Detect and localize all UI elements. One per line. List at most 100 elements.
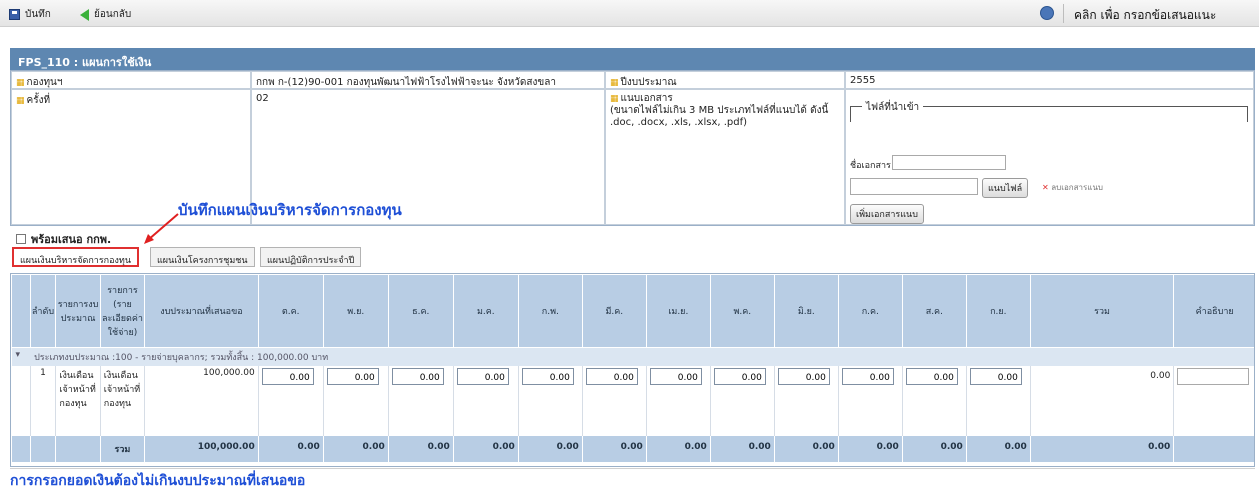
doc-name-input[interactable]: [892, 155, 1006, 170]
totals-month: 0.00: [645, 434, 711, 463]
totals-month: 0.00: [709, 434, 775, 463]
description-input[interactable]: [1177, 368, 1250, 385]
save-icon: [9, 9, 20, 20]
row-no: 1: [30, 366, 57, 435]
field-marker-icon: ▦: [610, 94, 619, 104]
field-marker-icon: ▦: [16, 78, 25, 88]
month-input[interactable]: [905, 368, 958, 385]
month-input[interactable]: [261, 368, 314, 385]
totals-month: 0.00: [452, 434, 519, 463]
budget-item: เงินเดือนเจ้าหน้าที่กองทุน: [55, 366, 101, 435]
panel-title: FPS_110 : แผนการใช้เงิน: [10, 48, 1255, 70]
month-input[interactable]: [649, 368, 702, 385]
col-header[interactable]: รายการงบประมาณ: [55, 274, 101, 348]
totals-month: 0.00: [387, 434, 454, 463]
col-header[interactable]: พ.ค.: [709, 274, 775, 348]
toolbar-divider: [1063, 4, 1064, 23]
month-input[interactable]: [713, 368, 766, 385]
file-path-input[interactable]: [850, 178, 978, 195]
month-input[interactable]: [521, 368, 574, 385]
col-header[interactable]: เม.ย.: [645, 274, 711, 348]
detail: เงินเดือนเจ้าหน้าที่กองทุน: [100, 366, 146, 435]
doc-name-label: ชื่อเอกสาร: [850, 161, 891, 171]
row-total: 0.00: [1030, 366, 1175, 435]
totals-grand: 0.00: [1029, 434, 1175, 463]
col-header[interactable]: งบประมาณที่เสนอขอ: [144, 274, 259, 348]
col-header[interactable]: คำอธิบาย: [1173, 274, 1254, 348]
add-attach-button[interactable]: เพิ่มเอกสารแนบ: [850, 204, 924, 224]
ready-checkbox[interactable]: [16, 234, 26, 244]
col-header[interactable]: พ.ย.: [322, 274, 389, 348]
table-row: 1 เงินเดือนเจ้าหน้าที่กองทุน เงินเดือนเจ…: [11, 366, 1254, 435]
back-label: ย้อนกลับ: [94, 9, 132, 20]
month-input[interactable]: [841, 368, 894, 385]
delete-icon: ✕: [1042, 183, 1049, 192]
tab-community-plan[interactable]: แผนเงินโครงการชุมชน: [150, 247, 255, 267]
col-header[interactable]: รวม: [1029, 274, 1175, 348]
annotation-arrow-icon: [144, 213, 179, 244]
attach-label: แนบเอกสาร: [620, 93, 673, 104]
col-header[interactable]: ก.ย.: [965, 274, 1031, 348]
col-header[interactable]: ต.ค.: [257, 274, 324, 348]
col-header[interactable]: ธ.ค.: [387, 274, 454, 348]
group-row[interactable]: ▾ ประเภทงบประมาณ :100 - รายจ่ายบุคลากร; …: [11, 347, 1254, 366]
expander-header: [11, 274, 31, 348]
month-input[interactable]: [969, 368, 1022, 385]
ready-checkbox-row[interactable]: พร้อมเสนอ กกพ.: [16, 230, 111, 248]
back-arrow-icon: [80, 8, 89, 21]
totals-label: รวม: [99, 434, 146, 463]
group-label: ประเภทงบประมาณ :100 - รายจ่ายบุคลากร; รว…: [30, 347, 1254, 366]
totals-month: 0.00: [517, 434, 583, 463]
tab-admin-plan[interactable]: แผนเงินบริหารจัดการกองทุน: [12, 247, 140, 267]
grid-header-row: ลำดับ รายการงบประมาณ รายการ (รายละเอียดค…: [11, 274, 1254, 348]
year-label-cell: ▦ ปีงบประมาณ: [605, 71, 845, 89]
totals-month: 0.00: [581, 434, 647, 463]
attach-label-cell: ▦ แนบเอกสาร (ขนาดไฟล์ไม่เกิน 3 MB ประเภทไ…: [605, 89, 845, 225]
col-header[interactable]: ลำดับ: [29, 274, 57, 348]
annotation-top: บันทึกแผนเงินบริหารจัดการกองทุน: [178, 201, 402, 219]
attach-file-button[interactable]: แนบไฟล์: [982, 178, 1029, 198]
col-header[interactable]: ส.ค.: [901, 274, 967, 348]
save-label: บันทึก: [25, 9, 51, 20]
totals-month: 0.00: [773, 434, 839, 463]
year-value: 2555: [845, 71, 1254, 89]
delete-attach-label: ลบเอกสารแนบ: [1051, 183, 1103, 192]
month-input[interactable]: [391, 368, 444, 385]
plan-grid: ลำดับ รายการงบประมาณ รายการ (รายละเอียดค…: [10, 273, 1255, 467]
annotation-bottom: การกรอกยอดเงินต้องไม่เกินงบประมาณที่เสนอ…: [10, 473, 306, 489]
col-header[interactable]: มี.ค.: [581, 274, 647, 348]
round-label: ครั้งที่: [26, 95, 51, 106]
month-input[interactable]: [585, 368, 638, 385]
month-input[interactable]: [456, 368, 509, 385]
fund-value: กกพ ก-(12)90-001 กองทุนพัฒนาไฟฟ้าโรงไฟฟ้…: [251, 71, 605, 89]
divider: [10, 468, 1255, 469]
col-header[interactable]: ก.ค.: [837, 274, 903, 348]
totals-requested: 100,000.00: [144, 434, 259, 463]
field-marker-icon: ▦: [610, 78, 619, 88]
save-button[interactable]: บันทึก: [9, 7, 51, 22]
fund-label-cell: ▦ กองทุนฯ: [11, 71, 251, 89]
month-input[interactable]: [777, 368, 830, 385]
col-header[interactable]: ม.ค.: [452, 274, 519, 348]
tab-annual-plan[interactable]: แผนปฏิบัติการประจำปี: [260, 247, 362, 267]
feedback-link[interactable]: คลิก เพื่อ กรอกข้อเสนอแนะ: [1074, 6, 1216, 25]
totals-month: 0.00: [257, 434, 324, 463]
year-label: ปีงบประมาณ: [620, 77, 677, 88]
attach-area: ไฟล์ที่นำเข้า ชื่อเอกสาร แนบไฟล์ ✕ ลบเอก…: [845, 89, 1254, 225]
col-header[interactable]: ก.พ.: [517, 274, 583, 348]
collapse-icon[interactable]: ▾: [11, 347, 31, 366]
back-button[interactable]: ย้อนกลับ: [80, 7, 131, 22]
field-marker-icon: ▦: [16, 96, 25, 106]
col-header[interactable]: มิ.ย.: [773, 274, 839, 348]
toolbar: บันทึก ย้อนกลับ คลิก เพื่อ กรอกข้อเสนอแน…: [0, 0, 1259, 27]
totals-month: 0.00: [837, 434, 903, 463]
requested-amount: 100,000.00: [144, 366, 259, 435]
fund-label: กองทุนฯ: [26, 77, 63, 88]
month-input[interactable]: [326, 368, 379, 385]
delete-attach-link[interactable]: ✕ ลบเอกสารแนบ: [1042, 181, 1103, 194]
totals-month: 0.00: [901, 434, 967, 463]
totals-row: รวม 100,000.00 0.00 0.00 0.00 0.00 0.00 …: [11, 434, 1254, 463]
attach-note: (ขนาดไฟล์ไม่เกิน 3 MB ประเภทไฟล์ที่แนบได…: [610, 105, 829, 128]
globe-icon[interactable]: [1040, 6, 1054, 20]
col-header[interactable]: รายการ (รายละเอียดค่าใช้จ่าย): [99, 274, 146, 348]
